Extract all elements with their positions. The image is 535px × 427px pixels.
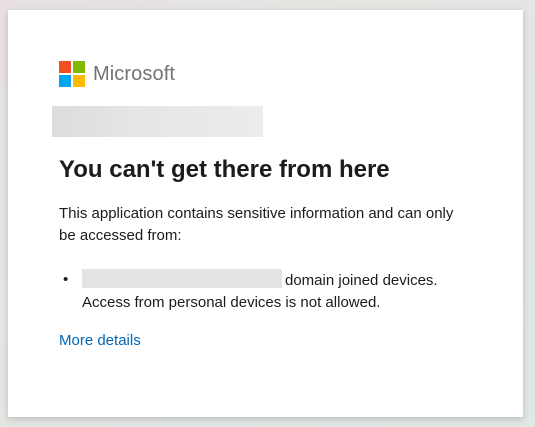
logo-yellow-square <box>73 75 85 87</box>
requirement-line-1: domain joined devices. <box>285 272 438 289</box>
error-dialog-card: Microsoft You can't get there from here … <box>8 10 523 417</box>
domain-redacted-block <box>82 269 282 288</box>
requirements-list: • domain joined devices. Access from per… <box>59 269 489 314</box>
list-item: • domain joined devices. Access from per… <box>59 269 489 314</box>
page-title: You can't get there from here <box>59 156 390 183</box>
requirement-line-2: Access from personal devices is not allo… <box>82 294 381 311</box>
brand-name: Microsoft <box>93 63 176 85</box>
account-redacted-block <box>52 106 263 137</box>
logo-blue-square <box>59 75 71 87</box>
bullet-icon: • <box>63 271 69 288</box>
more-details-link[interactable]: More details <box>59 330 141 352</box>
microsoft-brand: Microsoft <box>59 61 175 88</box>
logo-green-square <box>73 61 85 73</box>
microsoft-logo-icon <box>59 61 86 88</box>
page-description: This application contains sensitive info… <box>59 205 454 244</box>
logo-red-square <box>59 61 71 73</box>
